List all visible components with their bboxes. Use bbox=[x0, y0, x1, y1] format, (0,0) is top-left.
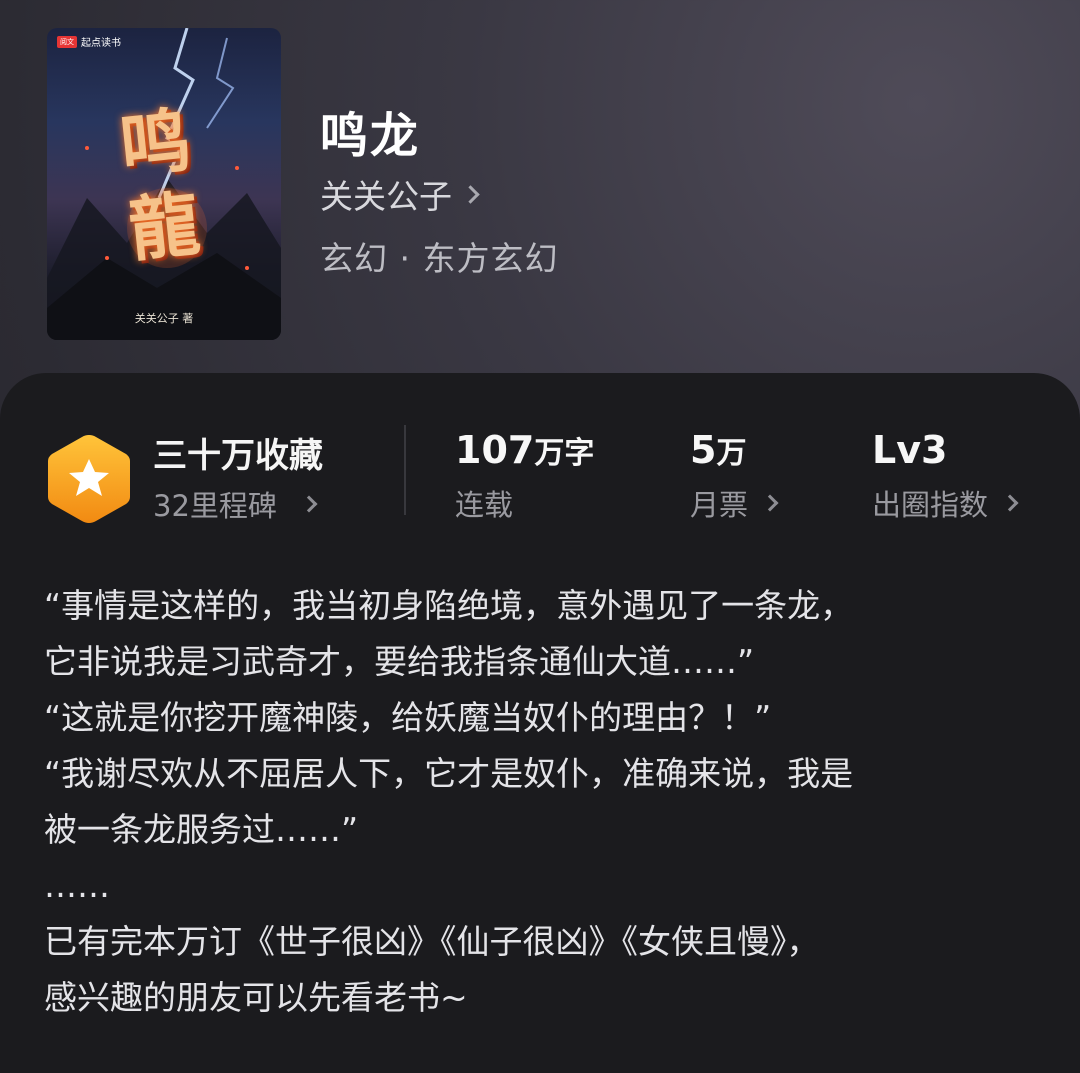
chevron-right-icon bbox=[300, 495, 318, 513]
stat-word-count: 107万字 连载 bbox=[455, 428, 594, 524]
description-line: “这就是你挖开魔神陵，给妖魔当奴仆的理由？！” bbox=[44, 698, 772, 737]
description-line: “事情是这样的，我当初身陷绝境，意外遇见了一条龙， bbox=[44, 586, 854, 625]
star-hexagon-icon[interactable] bbox=[46, 433, 132, 525]
description-line: 已有完本万订《世子很凶》《仙子很凶》《女侠且慢》， bbox=[44, 922, 820, 961]
chevron-right-icon bbox=[761, 494, 779, 512]
chevron-right-icon bbox=[1001, 494, 1019, 512]
description-line: “我谢尽欢从不屈居人下，它才是奴仆，准确来说，我是 bbox=[44, 754, 854, 793]
monthly-votes-unit: 万 bbox=[716, 436, 747, 471]
influence-level: Lv3 bbox=[872, 428, 948, 472]
influence-label: 出圈指数 bbox=[872, 488, 989, 522]
stat-monthly-votes[interactable]: 5万 月票 bbox=[690, 428, 779, 524]
description-line: 被一条龙服务过……” bbox=[44, 810, 359, 849]
cover-brand: 阅文 起点读书 bbox=[57, 34, 121, 49]
genre-tags[interactable]: 玄幻 · 东方玄幻 bbox=[320, 232, 558, 280]
stat-influence-index[interactable]: Lv3 出圈指数 bbox=[872, 428, 1019, 524]
chevron-right-icon bbox=[461, 184, 480, 204]
description-line: …… bbox=[44, 866, 110, 905]
milestone-label: 32里程碑 bbox=[153, 489, 277, 523]
book-cover[interactable]: 阅文 起点读书 鸣龍 关关公子 著 bbox=[47, 28, 281, 340]
collection-count[interactable]: 三十万收藏 bbox=[153, 428, 323, 477]
cover-brand-label: 起点读书 bbox=[81, 38, 121, 49]
word-count-value: 107 bbox=[455, 428, 535, 472]
cover-author-signature: 关关公子 著 bbox=[134, 312, 194, 325]
cover-brand-badge: 阅文 bbox=[57, 35, 77, 48]
monthly-votes-value: 5 bbox=[690, 428, 717, 472]
author-link[interactable]: 关关公子 bbox=[320, 170, 480, 218]
book-description[interactable]: “事情是这样的，我当初身陷绝境，意外遇见了一条龙， 它非说我是习武奇才，要给我指… bbox=[44, 578, 1044, 1026]
serial-status: 连载 bbox=[455, 488, 514, 522]
book-title: 鸣龙 bbox=[320, 108, 421, 164]
description-line: 感兴趣的朋友可以先看老书~ bbox=[44, 978, 468, 1017]
description-line: 它非说我是习武奇才，要给我指条通仙大道……” bbox=[44, 642, 755, 681]
milestone-link[interactable]: 32里程碑 bbox=[153, 483, 318, 525]
author-name: 关关公子 bbox=[320, 177, 452, 216]
stats-divider bbox=[404, 425, 406, 515]
monthly-votes-label: 月票 bbox=[690, 488, 749, 522]
word-count-unit: 万字 bbox=[534, 436, 595, 471]
